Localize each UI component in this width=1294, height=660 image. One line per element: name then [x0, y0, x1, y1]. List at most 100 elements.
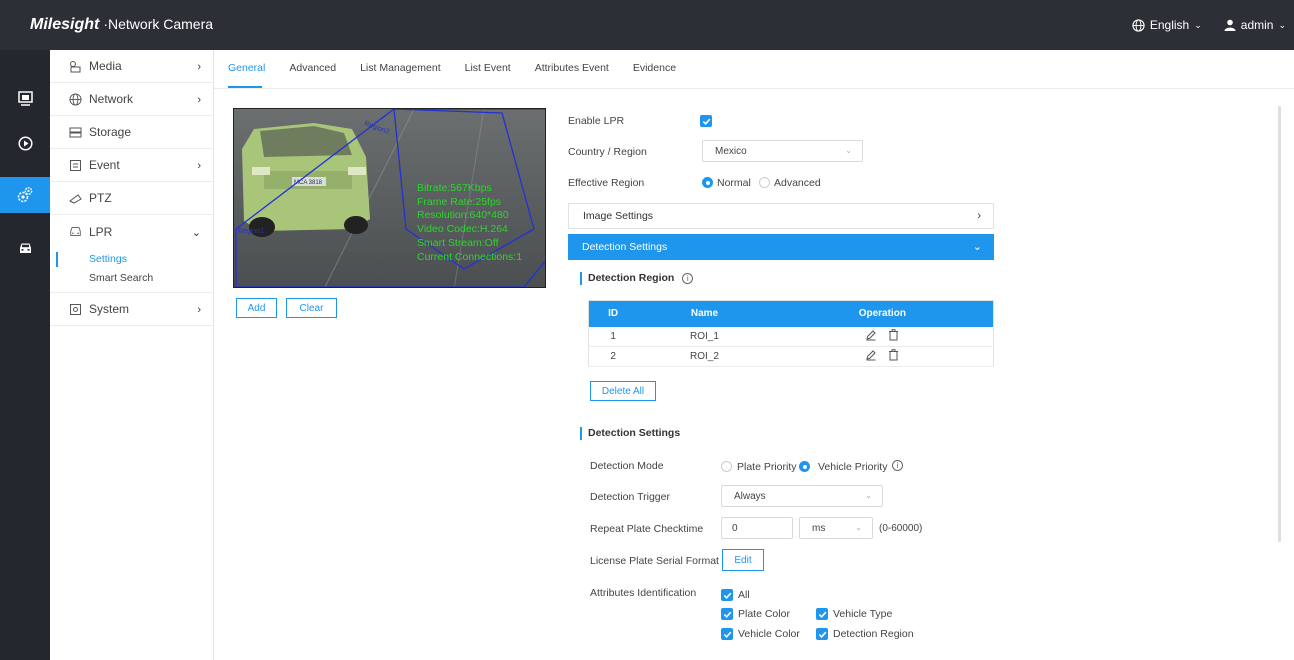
attr-all-label: All [738, 589, 750, 601]
check-icon [723, 592, 731, 599]
add-button[interactable]: Add [236, 298, 277, 318]
menu-item-label: LPR [89, 224, 113, 239]
column-header-operation: Operation [771, 300, 994, 327]
detection-trigger-label: Detection Trigger [590, 491, 670, 503]
chevron-down-icon: ⌄ [1194, 19, 1202, 30]
check-icon [723, 631, 731, 638]
table-row: 2 ROI_2 [588, 346, 994, 367]
event-icon [68, 158, 82, 172]
check-icon [818, 631, 826, 638]
repeat-unit-value: ms [812, 522, 826, 534]
attr-vehicle-type-label: Vehicle Type [833, 608, 893, 620]
menu-item-media[interactable]: Media › [50, 50, 213, 83]
edit-serial-format-button[interactable]: Edit [722, 549, 764, 571]
table-header: ID Name Operation [588, 300, 994, 327]
osd-smart-stream: Smart Stream:Off [417, 236, 499, 249]
tab-divider [214, 88, 1294, 89]
repeat-range-hint: (0-60000) [879, 523, 923, 534]
submenu-item-settings[interactable]: Settings [50, 250, 213, 269]
tab-evidence[interactable]: Evidence [633, 62, 686, 88]
live-view-icon[interactable] [0, 80, 50, 116]
delete-icon[interactable] [888, 328, 899, 341]
menu-item-storage[interactable]: Storage [50, 116, 213, 149]
user-label: admin [1240, 18, 1274, 32]
edit-icon[interactable] [865, 329, 877, 341]
submenu-item-smart-search[interactable]: Smart Search [50, 269, 213, 288]
check-icon [702, 118, 710, 125]
column-header-name: Name [637, 300, 772, 327]
brand: Milesight ·Network Camera [30, 16, 213, 34]
chevron-right-icon: › [197, 61, 201, 73]
repeat-unit-select[interactable]: ms ⌄ [799, 517, 873, 539]
user-icon [1224, 19, 1236, 31]
attr-plate-color-checkbox[interactable] [721, 608, 733, 620]
ptz-icon [68, 191, 82, 205]
edit-icon[interactable] [865, 349, 877, 361]
scrollbar[interactable] [1278, 106, 1281, 542]
icon-rail [0, 50, 50, 660]
attr-all-checkbox[interactable] [721, 589, 733, 601]
menu-item-network[interactable]: Network › [50, 83, 213, 116]
playback-icon[interactable] [0, 125, 50, 161]
osd-bitrate: Bitrate:567Kbps [417, 182, 492, 194]
tab-list-event[interactable]: List Event [465, 62, 521, 88]
info-icon[interactable]: i [892, 460, 903, 471]
image-settings-panel[interactable]: Image Settings › [568, 203, 994, 229]
radio-advanced[interactable] [759, 177, 770, 188]
attributes-identification-label: Attributes Identification [590, 587, 697, 599]
tab-general[interactable]: General [228, 62, 275, 88]
delete-icon[interactable] [888, 349, 899, 361]
detection-settings-panel[interactable]: Detection Settings ⌄ [568, 234, 994, 260]
language-label: English [1149, 18, 1190, 32]
top-bar: Milesight ·Network Camera English ⌄ admi… [0, 0, 1294, 50]
tab-advanced[interactable]: Advanced [289, 62, 346, 88]
settings-icon[interactable] [0, 177, 50, 213]
vehicle-icon[interactable] [0, 230, 50, 266]
brand-logo: Milesight [30, 16, 100, 33]
stream-osd: Bitrate:567Kbps Frame Rate:25fps Resolut… [417, 182, 522, 264]
detection-region-title: Detection Region [588, 272, 675, 284]
menu-item-label: Network [89, 92, 134, 106]
menu-item-lpr[interactable]: LPR ⌄ [50, 215, 213, 248]
repeat-checktime-input[interactable]: 0 [721, 517, 793, 539]
tab-attributes-event[interactable]: Attributes Event [535, 62, 619, 88]
osd-codec: Video Codec:H.264 [417, 223, 508, 236]
user-menu[interactable]: admin ⌄ [1224, 18, 1286, 32]
menu-item-system[interactable]: System › [50, 293, 213, 326]
detection-region-table: ID Name Operation 1 ROI_1 2 ROI_2 [588, 300, 994, 367]
chevron-right-icon: › [197, 160, 201, 172]
radio-normal-label: Normal [717, 177, 751, 189]
check-icon [723, 611, 731, 618]
radio-normal[interactable] [702, 177, 713, 188]
row-name: ROI_2 [637, 346, 772, 367]
row-id: 2 [588, 346, 638, 367]
radio-plate-priority[interactable] [721, 461, 732, 472]
system-icon [68, 302, 82, 316]
menu-item-ptz[interactable]: PTZ [50, 182, 213, 215]
enable-lpr-checkbox[interactable] [700, 115, 712, 127]
info-icon[interactable]: i [682, 273, 694, 284]
storage-icon [68, 125, 82, 139]
detection-mode-label: Detection Mode [590, 460, 664, 472]
chevron-down-icon: ⌄ [972, 241, 982, 253]
side-menu: Media › Network › Storage Event › PTZ LP… [50, 50, 214, 660]
country-select[interactable]: Mexico ⌄ [702, 140, 863, 162]
tab-list-management[interactable]: List Management [360, 62, 451, 88]
detection-trigger-select[interactable]: Always ⌄ [721, 485, 883, 507]
menu-item-event[interactable]: Event › [50, 149, 213, 182]
clear-button[interactable]: Clear [286, 298, 337, 318]
radio-advanced-label: Advanced [774, 177, 821, 189]
attr-detection-region-checkbox[interactable] [816, 628, 828, 640]
row-operations [771, 326, 994, 347]
language-selector[interactable]: English ⌄ [1132, 18, 1202, 32]
globe-icon [1132, 18, 1145, 32]
video-preview[interactable]: MCA 3818 Region1 Region2 Bitrate:567Kbps… [233, 108, 546, 288]
media-icon [68, 59, 82, 73]
delete-all-button[interactable]: Delete All [590, 381, 656, 401]
menu-item-label: Storage [89, 125, 132, 139]
attr-vehicle-color-checkbox[interactable] [721, 628, 733, 640]
row-name: ROI_1 [637, 326, 772, 347]
attr-vehicle-type-checkbox[interactable] [816, 608, 828, 620]
radio-vehicle-priority[interactable] [799, 461, 810, 472]
menu-item-label: Event [89, 158, 120, 172]
